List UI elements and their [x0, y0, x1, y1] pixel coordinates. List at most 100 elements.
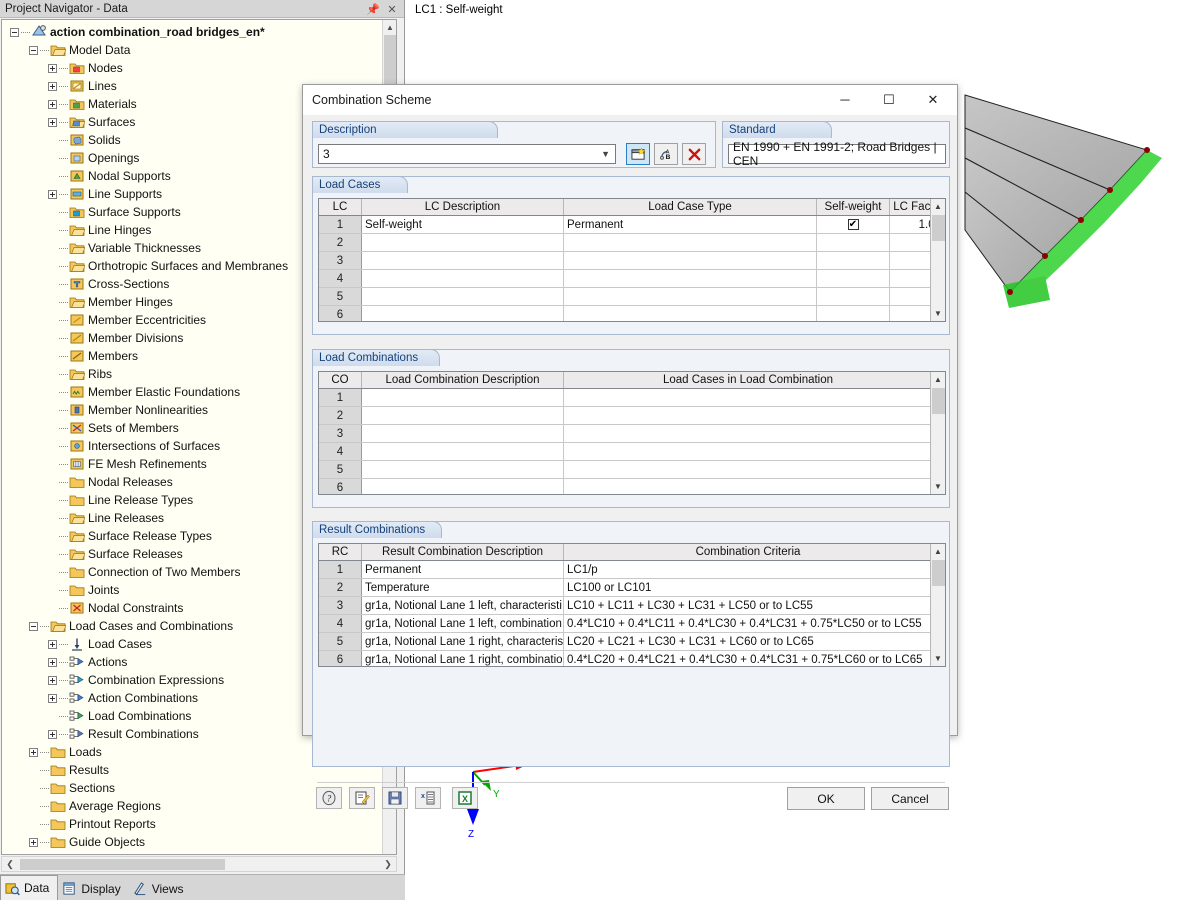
co-load-cases-cell[interactable]: [564, 389, 932, 406]
rc-number-cell[interactable]: 1: [319, 561, 362, 578]
expand-icon[interactable]: [48, 658, 57, 667]
combination-criteria-cell[interactable]: LC10 + LC11 + LC30 + LC31 + LC50 or to L…: [564, 597, 932, 614]
table-row[interactable]: 4: [319, 270, 945, 288]
co-number-cell[interactable]: 6: [319, 479, 362, 495]
co-number-cell[interactable]: 2: [319, 407, 362, 424]
combination-criteria-cell[interactable]: 0.4*LC20 + 0.4*LC21 + 0.4*LC30 + 0.4*LC3…: [564, 651, 932, 667]
combination-criteria-cell[interactable]: LC1/p: [564, 561, 932, 578]
result-combinations-table[interactable]: RCResult Combination DescriptionCombinat…: [318, 543, 946, 667]
co-description-cell[interactable]: [362, 407, 564, 424]
table-row[interactable]: 6: [319, 306, 945, 322]
rc-description-cell[interactable]: Temperature: [362, 579, 564, 596]
scroll-up-arrow[interactable]: ▲: [931, 199, 945, 214]
expand-icon[interactable]: [29, 748, 38, 757]
self-weight-checkbox[interactable]: ✔: [848, 219, 859, 230]
load-cases-table[interactable]: LCLC DescriptionLoad Case TypeSelf-weigh…: [318, 198, 946, 322]
help-button[interactable]: ?: [316, 787, 342, 809]
co-description-cell[interactable]: [362, 425, 564, 442]
lc-number-cell[interactable]: 4: [319, 270, 362, 287]
result-combinations-column-header[interactable]: Combination Criteria: [564, 544, 932, 560]
table-row[interactable]: 4: [319, 443, 945, 461]
rc-number-cell[interactable]: 2: [319, 579, 362, 596]
collapse-icon[interactable]: [10, 28, 19, 37]
table-row[interactable]: 3: [319, 252, 945, 270]
new-combination-scheme-button[interactable]: [626, 143, 650, 165]
table-row[interactable]: 1PermanentLC1/p: [319, 561, 945, 579]
expand-icon[interactable]: [48, 730, 57, 739]
load-case-type-cell[interactable]: [564, 288, 817, 305]
load-case-type-cell[interactable]: Permanent: [564, 216, 817, 233]
edit-button[interactable]: [349, 787, 375, 809]
co-description-cell[interactable]: [362, 443, 564, 460]
expand-icon[interactable]: [48, 190, 57, 199]
expand-icon[interactable]: [48, 694, 57, 703]
load-combinations-table[interactable]: COLoad Combination DescriptionLoad Cases…: [318, 371, 946, 495]
tab-display[interactable]: Display: [58, 877, 128, 900]
result-combinations-column-header[interactable]: Result Combination Description: [362, 544, 564, 560]
load-cases-scrollbar[interactable]: ▲ ▼: [930, 199, 945, 321]
self-weight-cell[interactable]: [817, 306, 890, 322]
lc-description-cell[interactable]: [362, 234, 564, 251]
self-weight-cell[interactable]: ✔: [817, 216, 890, 233]
co-number-cell[interactable]: 4: [319, 443, 362, 460]
lc-description-cell[interactable]: [362, 306, 564, 322]
expand-icon[interactable]: [48, 118, 57, 127]
lc-number-cell[interactable]: 2: [319, 234, 362, 251]
load-cases-column-header[interactable]: Self-weight: [817, 199, 890, 215]
save-button[interactable]: [382, 787, 408, 809]
tab-views[interactable]: Views: [129, 877, 192, 900]
chevron-down-icon[interactable]: ▼: [601, 149, 610, 159]
load-cases-column-header[interactable]: LC Description: [362, 199, 564, 215]
table-row[interactable]: 5gr1a, Notional Lane 1 right, characteri…: [319, 633, 945, 651]
standard-field[interactable]: EN 1990 + EN 1991-2; Road Bridges | CEN: [728, 144, 946, 164]
table-row[interactable]: 2TemperatureLC100 or LC101: [319, 579, 945, 597]
description-combobox[interactable]: 3 ▼: [318, 144, 616, 164]
xml-export-button[interactable]: x: [415, 787, 441, 809]
table-row[interactable]: 1: [319, 389, 945, 407]
rc-number-cell[interactable]: 6: [319, 651, 362, 667]
rc-number-cell[interactable]: 5: [319, 633, 362, 650]
result-combinations-column-header[interactable]: RC: [319, 544, 362, 560]
combination-criteria-cell[interactable]: LC100 or LC101: [564, 579, 932, 596]
table-row[interactable]: 2: [319, 407, 945, 425]
table-row[interactable]: 4gr1a, Notional Lane 1 left, combination…: [319, 615, 945, 633]
load-case-type-cell[interactable]: [564, 306, 817, 322]
self-weight-cell[interactable]: [817, 252, 890, 269]
tree-item-add-on-modules[interactable]: Add-on Modules: [2, 851, 382, 855]
scroll-left-arrow[interactable]: ❮: [2, 857, 18, 871]
collapse-icon[interactable]: [29, 622, 38, 631]
tree-item-printout-reports[interactable]: Printout Reports: [2, 815, 382, 833]
expand-icon[interactable]: [48, 82, 57, 91]
scroll-down-arrow[interactable]: ▼: [931, 306, 945, 321]
table-row[interactable]: 3: [319, 425, 945, 443]
table-row[interactable]: 1Self-weightPermanent✔1.00: [319, 216, 945, 234]
scroll-thumb[interactable]: [932, 388, 945, 414]
lc-number-cell[interactable]: 5: [319, 288, 362, 305]
rc-number-cell[interactable]: 4: [319, 615, 362, 632]
expand-icon[interactable]: [48, 100, 57, 109]
rc-description-cell[interactable]: gr1a, Notional Lane 1 left, characterist…: [362, 597, 564, 614]
co-description-cell[interactable]: [362, 389, 564, 406]
table-row[interactable]: 6: [319, 479, 945, 495]
close-icon[interactable]: ✕: [911, 85, 955, 114]
scroll-thumb[interactable]: [932, 215, 945, 241]
self-weight-cell[interactable]: [817, 234, 890, 251]
table-row[interactable]: 5: [319, 288, 945, 306]
co-load-cases-cell[interactable]: [564, 479, 932, 495]
pin-icon[interactable]: 📌: [366, 2, 380, 16]
result-combinations-scrollbar[interactable]: ▲ ▼: [930, 544, 945, 666]
co-number-cell[interactable]: 5: [319, 461, 362, 478]
table-row[interactable]: 5: [319, 461, 945, 479]
expand-icon[interactable]: [29, 838, 38, 847]
load-cases-column-header[interactable]: Load Case Type: [564, 199, 817, 215]
lc-description-cell[interactable]: Self-weight: [362, 216, 564, 233]
scroll-right-arrow[interactable]: ❯: [380, 857, 396, 871]
rc-number-cell[interactable]: 3: [319, 597, 362, 614]
load-case-type-cell[interactable]: [564, 234, 817, 251]
table-row[interactable]: 6gr1a, Notional Lane 1 right, combinatio…: [319, 651, 945, 667]
lc-description-cell[interactable]: [362, 252, 564, 269]
co-load-cases-cell[interactable]: [564, 461, 932, 478]
co-description-cell[interactable]: [362, 479, 564, 495]
collapse-icon[interactable]: [29, 46, 38, 55]
load-case-type-cell[interactable]: [564, 252, 817, 269]
